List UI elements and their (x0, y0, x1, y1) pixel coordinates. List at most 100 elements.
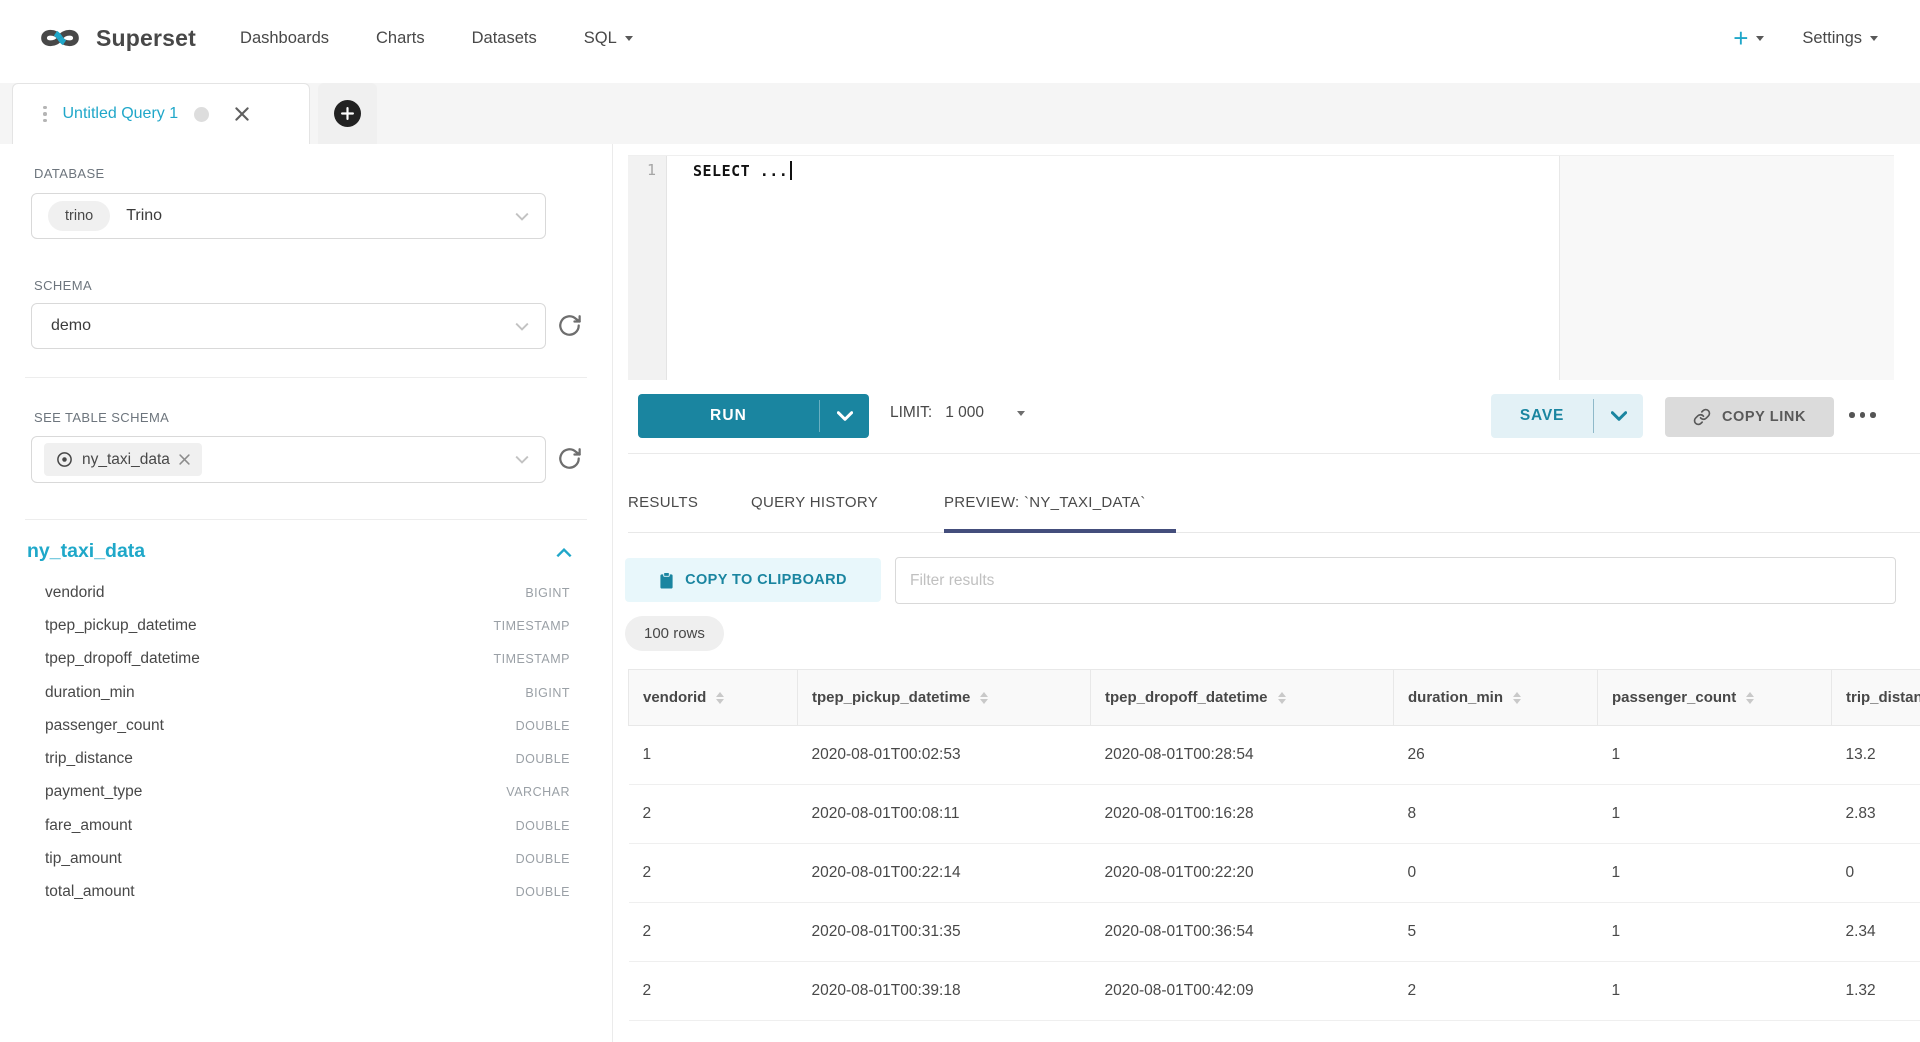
column-header-pickup[interactable]: tpep_pickup_datetime (798, 670, 1091, 726)
superset-infinity-icon (37, 24, 83, 52)
table-schema-title[interactable]: ny_taxi_data (27, 540, 145, 563)
table-chip: ny_taxi_data (44, 443, 202, 476)
column-type: BIGINT (525, 586, 570, 600)
column-type: BIGINT (525, 686, 570, 700)
column-type: TIMESTAMP (494, 619, 571, 633)
cell: 2 (629, 844, 798, 903)
cell: 1 (1598, 726, 1832, 785)
chevron-down-icon (515, 455, 529, 464)
column-row: trip_distance DOUBLE (0, 742, 611, 775)
superset-logo[interactable]: Superset (37, 24, 196, 52)
column-row: duration_min BIGINT (0, 676, 611, 709)
sort-icon (716, 692, 724, 704)
column-type: VARCHAR (506, 785, 570, 799)
database-value: Trino (126, 207, 162, 225)
new-item-button[interactable]: + (1733, 28, 1764, 48)
query-tab-label[interactable]: Untitled Query 1 (63, 105, 179, 123)
query-state-dot (194, 107, 209, 122)
refresh-tables-icon[interactable] (556, 445, 583, 472)
divider (25, 377, 587, 378)
table-select[interactable]: ny_taxi_data (31, 436, 546, 483)
run-button[interactable]: RUN (638, 394, 869, 438)
column-name: fare_amount (45, 817, 516, 835)
column-row: passenger_count DOUBLE (0, 709, 611, 742)
cell: 2020-08-01T00:42:09 (1091, 962, 1394, 1021)
chevron-down-icon (625, 36, 633, 41)
tab-preview[interactable]: PREVIEW: `NY_TAXI_DATA` (944, 494, 1146, 511)
print-margin-line (1559, 156, 1560, 380)
collapse-icon[interactable] (556, 548, 572, 558)
cell: 0 (1832, 844, 1920, 903)
table-row: 2 2020-08-01T00:39:18 2020-08-01T00:42:0… (629, 962, 1920, 1021)
nav-right: + Settings (1733, 28, 1878, 48)
editor-margin-area (1560, 156, 1894, 380)
column-header-duration[interactable]: duration_min (1394, 670, 1598, 726)
line-number: 1 (647, 161, 656, 179)
column-header-passenger[interactable]: passenger_count (1598, 670, 1832, 726)
left-panel: DATABASE trino Trino SCHEMA demo SEE TAB… (0, 144, 613, 1042)
chevron-down-icon (515, 212, 529, 221)
cell: 2020-08-01T00:28:54 (1091, 726, 1394, 785)
column-name: passenger_count (45, 717, 516, 735)
database-select[interactable]: trino Trino (31, 193, 546, 239)
remove-table-icon[interactable] (179, 454, 190, 465)
more-options-icon[interactable] (1849, 412, 1876, 418)
schema-select[interactable]: demo (31, 303, 546, 349)
link-icon (1693, 408, 1711, 426)
copy-to-clipboard-button[interactable]: COPY TO CLIPBOARD (625, 558, 881, 602)
plus-icon: + (1733, 28, 1748, 48)
cell: 2020-08-01T00:22:20 (1091, 844, 1394, 903)
cell: 2020-08-01T00:08:11 (798, 785, 1091, 844)
row-count-badge: 100 rows (625, 616, 724, 651)
run-dropdown-icon[interactable] (820, 394, 869, 438)
cell: 2020-08-01T00:31:35 (798, 903, 1091, 962)
table-row: 2 2020-08-01T00:22:14 2020-08-01T00:22:2… (629, 844, 1920, 903)
column-name: trip_distance (45, 750, 516, 768)
refresh-schemas-icon[interactable] (556, 312, 583, 339)
cell: 2020-08-01T00:02:53 (798, 726, 1091, 785)
drag-handle-icon[interactable] (43, 106, 47, 123)
column-type: DOUBLE (516, 885, 570, 899)
column-header-vendorid[interactable]: vendorid (629, 670, 798, 726)
nav-item-datasets[interactable]: Datasets (472, 29, 537, 48)
cell: 2020-08-01T00:36:54 (1091, 903, 1394, 962)
save-button[interactable]: SAVE (1491, 394, 1643, 438)
table-eye-icon (56, 451, 73, 468)
clipboard-icon (659, 572, 674, 589)
column-header-distance[interactable]: trip_distance (1832, 670, 1920, 726)
tab-query-history[interactable]: QUERY HISTORY (751, 494, 878, 511)
sort-icon (1278, 692, 1286, 704)
column-name: payment_type (45, 783, 506, 801)
cell: 2 (1394, 962, 1598, 1021)
nav-item-charts[interactable]: Charts (376, 29, 425, 48)
column-name: tpep_pickup_datetime (45, 617, 494, 635)
column-row: fare_amount DOUBLE (0, 809, 611, 842)
settings-menu[interactable]: Settings (1802, 29, 1878, 48)
new-query-tab-button[interactable] (318, 83, 377, 144)
nav-item-sql[interactable]: SQL (584, 29, 633, 48)
chevron-down-icon (1756, 36, 1764, 41)
divider (628, 532, 1920, 533)
nav-item-dashboards[interactable]: Dashboards (240, 29, 329, 48)
cell: 26 (1394, 726, 1598, 785)
close-tab-icon[interactable] (235, 107, 249, 121)
chevron-down-icon (1870, 36, 1878, 41)
cell: 2 (629, 785, 798, 844)
cell: 2020-08-01T00:39:18 (798, 962, 1091, 1021)
table-chip-label: ny_taxi_data (82, 451, 170, 469)
cell: 13.2 (1832, 726, 1920, 785)
results-table: vendorid tpep_pickup_datetime tpep_dropo… (628, 669, 1920, 1029)
column-header-dropoff[interactable]: tpep_dropoff_datetime (1091, 670, 1394, 726)
filter-results-input[interactable] (895, 557, 1896, 604)
query-tab-active[interactable]: Untitled Query 1 (12, 83, 310, 144)
limit-dropdown[interactable]: LIMIT: 1 000 (890, 404, 1025, 422)
copy-link-button[interactable]: COPY LINK (1665, 397, 1834, 437)
tab-results[interactable]: RESULTS (628, 494, 698, 511)
text-cursor (790, 161, 792, 180)
column-list: vendorid BIGINT tpep_pickup_datetime TIM… (0, 576, 611, 909)
column-type: DOUBLE (516, 719, 570, 733)
cell: 5 (1394, 903, 1598, 962)
sql-editor[interactable]: 1 SELECT ... (628, 155, 1894, 380)
save-dropdown-icon[interactable] (1594, 394, 1643, 438)
cell: 2020-08-01T00:22:14 (798, 844, 1091, 903)
